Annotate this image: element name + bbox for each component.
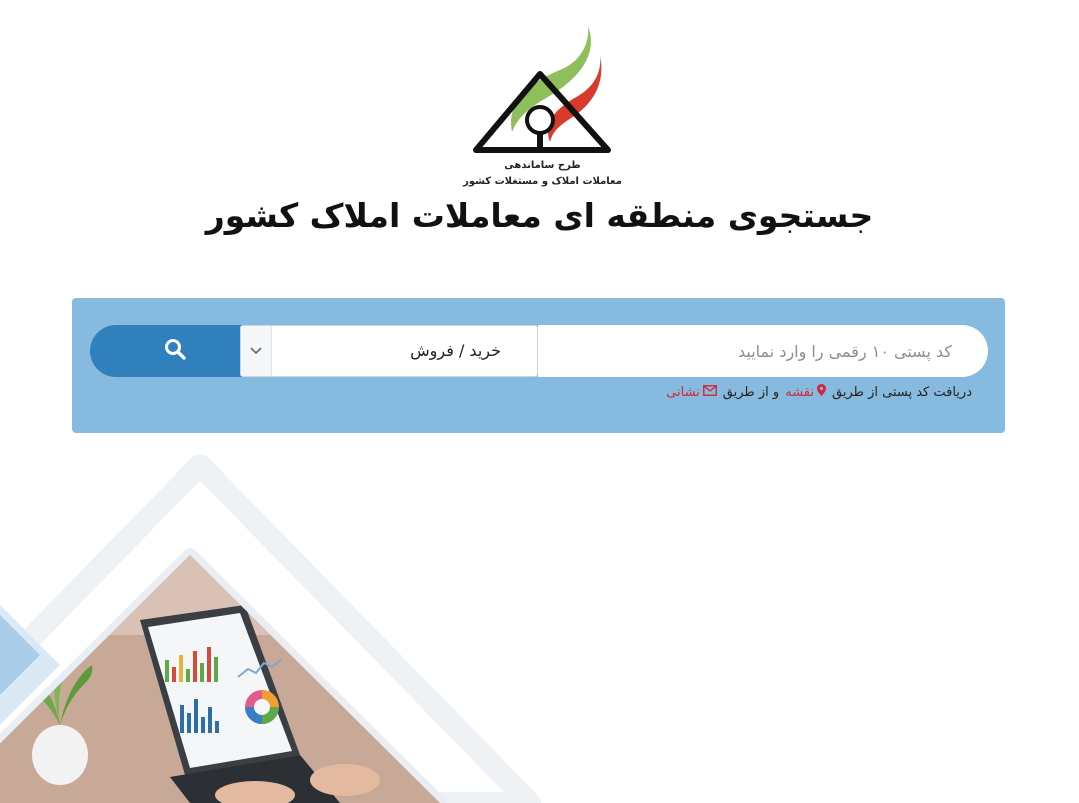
postal-help-line: دریافت کد پستی از طریق نقشه و از طریق نش…	[666, 384, 972, 400]
page: طرح ساماندهی معاملات املاک و مستغلات کشو…	[0, 0, 1079, 803]
map-link[interactable]: نقشه	[785, 384, 826, 400]
help-prefix-text: دریافت کد پستی از طریق	[831, 384, 972, 400]
address-link-label: نشانی	[666, 384, 700, 400]
postal-code-input[interactable]	[538, 325, 988, 377]
page-title: جستجوی منطقه ای معاملات املاک کشور	[205, 196, 874, 235]
transaction-type-select[interactable]: خرید / فروش	[240, 325, 538, 377]
organization-logo: طرح ساماندهی معاملات املاک و مستغلات کشو…	[460, 22, 625, 194]
envelope-icon	[702, 384, 717, 400]
help-middle-text: و از طریق	[722, 384, 780, 400]
address-link[interactable]: نشانی	[666, 385, 717, 400]
logo-text-line1: طرح ساماندهی	[504, 160, 581, 171]
search-button[interactable]	[90, 325, 260, 377]
chevron-down-icon	[241, 326, 272, 376]
search-icon	[164, 338, 186, 364]
search-panel: خرید / فروش دریافت کد پستی از طریق نقشه …	[72, 298, 1005, 433]
map-marker-icon	[816, 384, 826, 400]
transaction-type-value: خرید / فروش	[410, 341, 501, 360]
laptop-analytics-illustration	[0, 454, 560, 803]
map-link-label: نقشه	[785, 384, 814, 400]
logo-text-line2: معاملات املاک و مستغلات کشور	[463, 176, 622, 187]
